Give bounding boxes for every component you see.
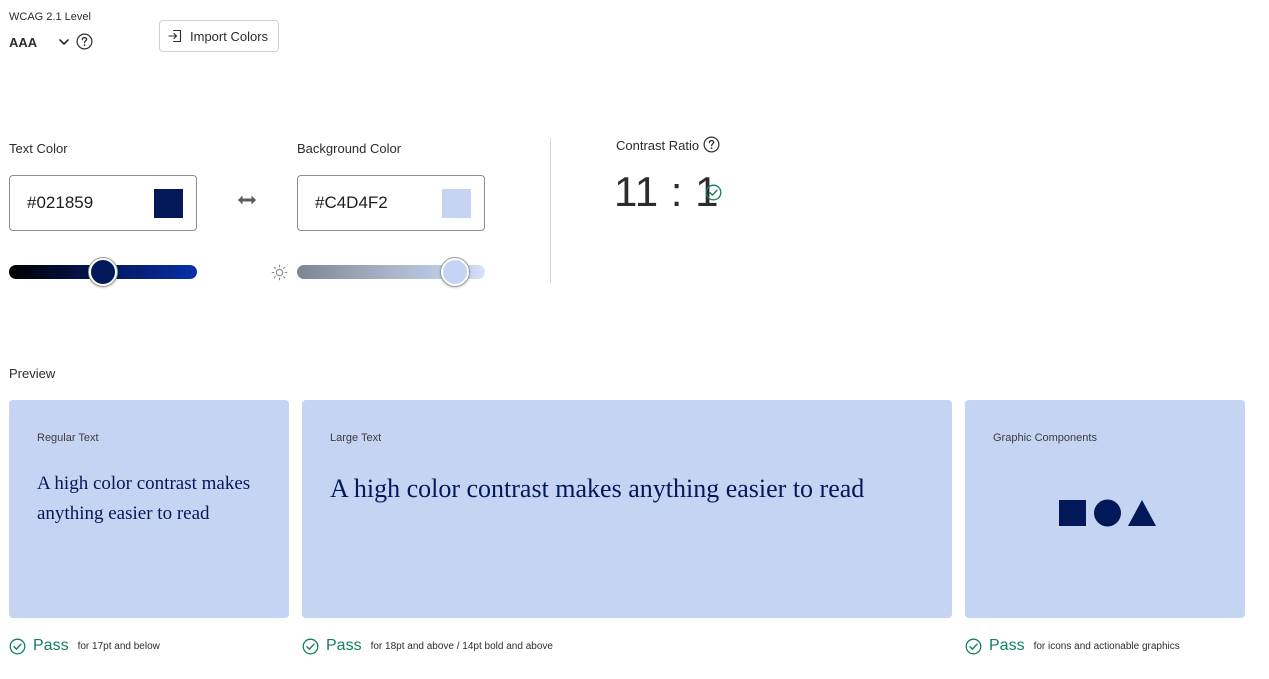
swap-horizontal-icon[interactable] (237, 193, 257, 207)
background-color-input[interactable] (315, 193, 415, 213)
text-color-field[interactable] (9, 175, 197, 231)
checkmark-circle-icon (965, 638, 982, 654)
square-shape (1059, 500, 1086, 526)
wcag-level-value: AAA (9, 34, 38, 50)
import-colors-label: Import Colors (190, 28, 269, 44)
regular-text-title: Regular Text (37, 432, 99, 444)
import-colors-button[interactable]: Import Colors (159, 20, 279, 52)
background-color-field[interactable] (297, 175, 485, 231)
graphic-shapes (1059, 499, 1156, 527)
background-color-slider-thumb[interactable] (441, 258, 469, 286)
help-icon[interactable] (703, 136, 720, 153)
preview-label: Preview (9, 366, 56, 381)
section-divider (550, 138, 551, 283)
help-icon[interactable] (76, 33, 93, 50)
circle-shape (1094, 499, 1121, 527)
regular-text-result: Pass for 17pt and below (9, 636, 160, 656)
text-color-slider-thumb[interactable] (89, 258, 117, 286)
large-text-preview-card: Large Text A high color contrast makes a… (302, 400, 952, 618)
checkmark-circle-icon (705, 184, 722, 201)
graphic-components-title: Graphic Components (993, 432, 1097, 444)
regular-text-preview-card: Regular Text A high color contrast makes… (9, 400, 289, 618)
regular-text-sample: A high color contrast makes anything eas… (37, 473, 251, 524)
checkmark-circle-icon (302, 638, 319, 654)
regular-text-status: Pass (33, 637, 69, 654)
large-text-result: Pass for 18pt and above / 14pt bold and … (302, 636, 553, 656)
brightness-icon (271, 264, 288, 281)
large-text-status: Pass (326, 637, 362, 654)
wcag-level-dropdown[interactable]: AAA (9, 33, 71, 51)
contrast-ratio-value: 11 : 1 (614, 168, 719, 215)
text-color-input[interactable] (27, 193, 127, 213)
graphic-components-result: Pass for icons and actionable graphics (965, 636, 1180, 656)
graphic-components-criteria: for icons and actionable graphics (1033, 640, 1180, 652)
contrast-ratio-label: Contrast Ratio (616, 138, 700, 153)
background-color-label: Background Color (297, 141, 402, 156)
large-text-criteria: for 18pt and above / 14pt bold and above (370, 640, 553, 652)
text-color-label: Text Color (9, 141, 68, 156)
text-color-swatch[interactable] (154, 188, 183, 218)
chevron-down-icon (59, 39, 69, 45)
background-color-swatch[interactable] (442, 188, 471, 218)
import-icon (168, 29, 182, 43)
triangle-shape (1128, 500, 1156, 526)
checkmark-circle-icon (9, 638, 26, 654)
large-text-title: Large Text (330, 432, 382, 444)
graphic-components-status: Pass (989, 637, 1025, 654)
graphic-components-preview-card: Graphic Components (965, 400, 1245, 618)
wcag-level-label: WCAG 2.1 Level (9, 11, 91, 23)
large-text-sample: A high color contrast makes anything eas… (330, 474, 865, 503)
regular-text-criteria: for 17pt and below (77, 640, 160, 652)
